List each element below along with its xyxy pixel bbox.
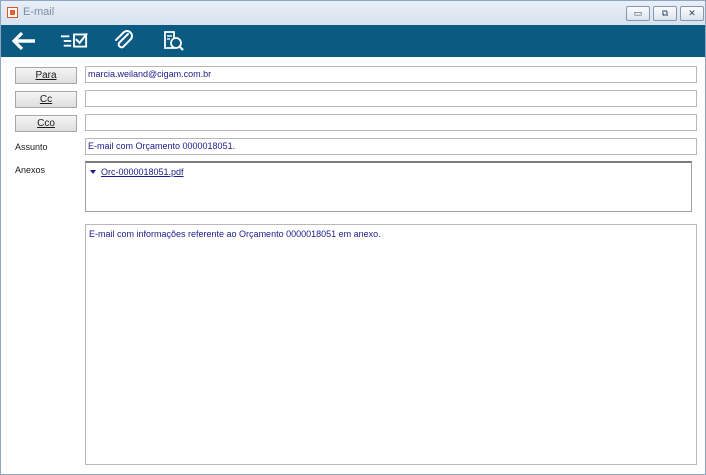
attachment-item[interactable]: Orc-0000018051.pdf (90, 167, 184, 177)
email-window: E-mail ▭ ⧉ ✕ Para marcia.weiland@cigam.c… (0, 0, 706, 475)
preview-button[interactable] (159, 28, 187, 54)
assunto-label: Assunto (15, 142, 48, 152)
assunto-input[interactable]: E-mail com Orçamento 0000018051. (85, 138, 697, 155)
app-icon (7, 7, 18, 18)
search-document-icon (164, 31, 184, 51)
close-button[interactable]: ✕ (680, 6, 704, 21)
cco-input[interactable] (85, 114, 697, 131)
restore-button[interactable]: ⧉ (653, 6, 677, 21)
send-button[interactable] (60, 28, 88, 54)
expand-triangle-icon (90, 170, 96, 174)
minimize-button[interactable]: ▭ (626, 6, 650, 21)
anexos-label: Anexos (15, 165, 46, 175)
message-body-text: E-mail com informações referente ao Orça… (89, 229, 381, 239)
title-bar: E-mail ▭ ⧉ ✕ (1, 1, 705, 26)
window-title: E-mail (23, 6, 55, 18)
cc-button[interactable]: Cc (15, 91, 77, 108)
cc-input[interactable] (85, 90, 697, 107)
para-button[interactable]: Para (15, 67, 77, 84)
attach-button[interactable] (110, 28, 138, 54)
checklist-icon (60, 32, 88, 48)
message-body[interactable]: E-mail com informações referente ao Orça… (85, 224, 697, 465)
back-arrow-icon (12, 31, 35, 51)
cco-button[interactable]: Cco (15, 115, 77, 132)
paperclip-icon (115, 30, 133, 49)
attachments-list[interactable]: Orc-0000018051.pdf (85, 161, 692, 212)
toolbar (1, 25, 705, 57)
para-input[interactable]: marcia.weiland@cigam.com.br (85, 66, 697, 83)
attachment-name[interactable]: Orc-0000018051.pdf (101, 167, 184, 177)
back-button[interactable] (10, 28, 38, 54)
